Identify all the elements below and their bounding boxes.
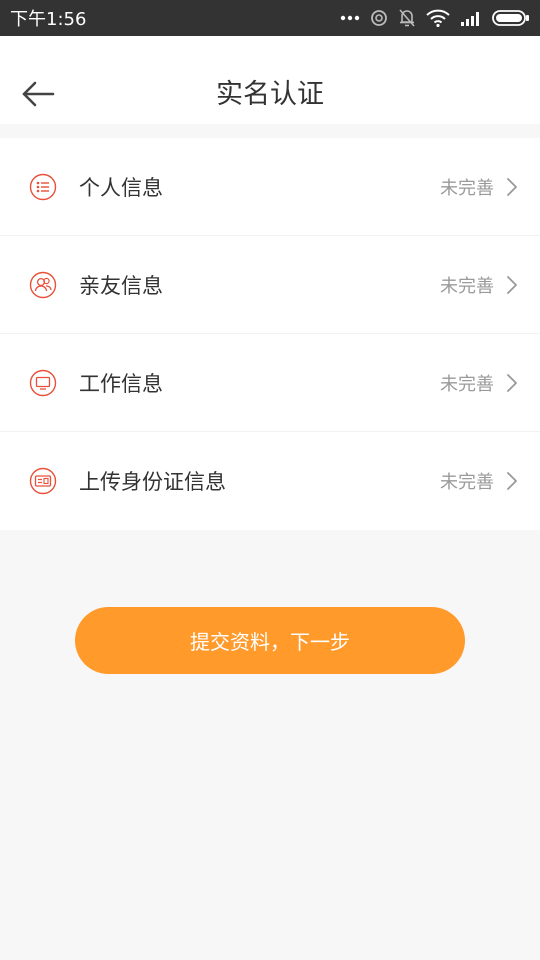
item-label: 亲友信息 bbox=[79, 273, 163, 298]
sync-icon bbox=[370, 9, 388, 27]
chevron-right-icon bbox=[506, 471, 518, 491]
chevron-right-icon bbox=[506, 373, 518, 393]
list-icon bbox=[29, 173, 57, 201]
chevron-right-icon bbox=[506, 275, 518, 295]
header: 实名认证 bbox=[0, 36, 540, 124]
status-time: 下午1:56 bbox=[10, 9, 87, 30]
battery-icon bbox=[492, 10, 530, 26]
chevron-right-icon bbox=[506, 177, 518, 197]
item-label: 工作信息 bbox=[79, 371, 163, 396]
status-icons bbox=[340, 0, 530, 36]
bell-off-icon bbox=[398, 8, 416, 28]
wifi-icon bbox=[426, 9, 450, 27]
item-label: 上传身份证信息 bbox=[79, 470, 226, 494]
item-status: 未完善 bbox=[440, 177, 494, 199]
list-item-work-info[interactable]: 工作信息 未完善 bbox=[0, 334, 540, 432]
contacts-icon bbox=[29, 271, 57, 299]
list-item-personal-info[interactable]: 个人信息 未完善 bbox=[0, 138, 540, 236]
item-status: 未完善 bbox=[440, 275, 494, 297]
list-item-id-upload[interactable]: 上传身份证信息 未完善 bbox=[0, 432, 540, 530]
list-item-contacts-info[interactable]: 亲友信息 未完善 bbox=[0, 236, 540, 334]
item-status: 未完善 bbox=[440, 373, 494, 395]
more-dots-icon bbox=[340, 15, 360, 21]
id-card-icon bbox=[29, 467, 57, 495]
item-label: 个人信息 bbox=[79, 175, 163, 200]
status-bar: 下午1:56 bbox=[0, 0, 540, 36]
item-status: 未完善 bbox=[440, 472, 494, 493]
monitor-icon bbox=[29, 369, 57, 397]
verification-list: 个人信息 未完善 亲友信息 未完善 工作信息 未完善 上传身份证信息 未完善 bbox=[0, 138, 540, 530]
signal-icon bbox=[460, 10, 482, 26]
page-title: 实名认证 bbox=[216, 79, 324, 110]
submit-next-button[interactable]: 提交资料，下一步 bbox=[75, 607, 465, 674]
